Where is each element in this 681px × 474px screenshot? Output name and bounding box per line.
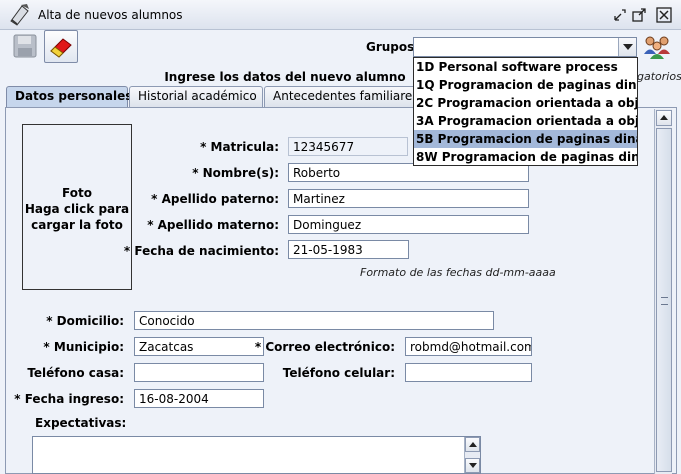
telefono-celular-field[interactable]: [405, 363, 532, 382]
close-icon[interactable]: [656, 7, 672, 23]
fecha-nacimiento-field[interactable]: 21-05-1983: [288, 240, 409, 259]
maximize-icon[interactable]: [631, 7, 647, 23]
grupos-option-5b[interactable]: 5B Programacion de paginas dinamicas: [414, 130, 637, 148]
grupos-option-1q[interactable]: 1Q Programacion de paginas dinamicas: [414, 76, 637, 94]
date-format-note: Formato de las fechas dd-mm-aaaa: [360, 266, 556, 279]
domicilio-field[interactable]: Conocido: [134, 311, 494, 330]
apellido-paterno-field[interactable]: Martinez: [288, 189, 529, 208]
municipio-field[interactable]: Zacatcas: [134, 337, 264, 356]
tab-historial-academico[interactable]: Historial académico: [129, 86, 263, 107]
expectativas-textarea[interactable]: [32, 436, 481, 474]
grupos-dropdown-list: 1D Personal software process 1Q Programa…: [413, 57, 638, 166]
photo-upload-area[interactable]: Foto Haga click para cargar la foto: [22, 124, 132, 290]
apellido-materno-label: * Apellido materno:: [147, 218, 279, 232]
grupos-option-3a[interactable]: 3A Programacion orientada a objetos: [414, 112, 637, 130]
groups-button[interactable]: [640, 30, 674, 63]
window-title: Alta de nuevos alumnos: [38, 8, 183, 22]
chevron-down-icon[interactable]: [618, 38, 636, 56]
domicilio-label: * Domicilio:: [46, 314, 124, 328]
matricula-label: * Matricula:: [200, 140, 279, 154]
clear-button[interactable]: [44, 30, 78, 63]
eraser-icon: [50, 38, 72, 58]
telefono-celular-label: Teléfono celular:: [282, 366, 395, 380]
photo-hint-line2: cargar la foto: [31, 218, 123, 232]
scroll-thumb[interactable]: [656, 128, 672, 472]
matricula-field: 12345677: [288, 137, 408, 156]
tab-antecedentes-familiares[interactable]: Antecedentes familiares: [264, 86, 424, 107]
textarea-scroll-up-icon[interactable]: [465, 437, 480, 452]
fecha-ingreso-label: * Fecha ingreso:: [14, 392, 124, 406]
floppy-disk-icon: [13, 34, 37, 58]
fecha-ingreso-field[interactable]: 16-08-2004: [134, 389, 264, 408]
document-pen-icon: [10, 4, 29, 26]
photo-label: Foto: [62, 186, 92, 200]
apellido-paterno-label: * Apellido paterno:: [151, 192, 279, 206]
telefono-casa-field[interactable]: [134, 363, 264, 382]
municipio-label: * Municipio:: [43, 340, 124, 354]
fecha-nacimiento-label: * Fecha de nacimiento:: [123, 244, 279, 258]
photo-hint-line1: Haga click para: [24, 202, 130, 216]
telefono-casa-label: Teléfono casa:: [27, 366, 124, 380]
apellido-materno-field[interactable]: Dominguez: [288, 215, 529, 234]
grupos-option-8w[interactable]: 8W Programacion de paginas dinamicas: [414, 148, 637, 165]
grupos-option-1d[interactable]: 1D Personal software process: [414, 58, 637, 76]
scroll-up-icon[interactable]: [656, 110, 672, 126]
minimize-icon[interactable]: [612, 7, 628, 23]
grupos-option-2c[interactable]: 2C Programacion orientada a objetos: [414, 94, 637, 112]
tab-datos-personales[interactable]: Datos personales: [6, 86, 132, 108]
correo-field[interactable]: robmd@hotmail.com: [405, 337, 532, 356]
textarea-scrollbar[interactable]: [464, 437, 480, 473]
grupos-label: Grupos:: [366, 40, 420, 54]
nombre-label: * Nombre(s):: [192, 166, 279, 180]
required-note: gatorios: [637, 70, 681, 83]
correo-label: * Correo electrónico:: [254, 340, 395, 354]
people-group-icon: [644, 36, 670, 59]
grupos-select[interactable]: [413, 37, 637, 57]
vertical-scrollbar[interactable]: [654, 109, 672, 474]
title-bar: Alta de nuevos alumnos: [0, 0, 681, 30]
textarea-scroll-down-icon[interactable]: [465, 458, 480, 473]
expectativas-label: Expectativas:: [35, 416, 127, 430]
save-button[interactable]: [8, 30, 42, 63]
